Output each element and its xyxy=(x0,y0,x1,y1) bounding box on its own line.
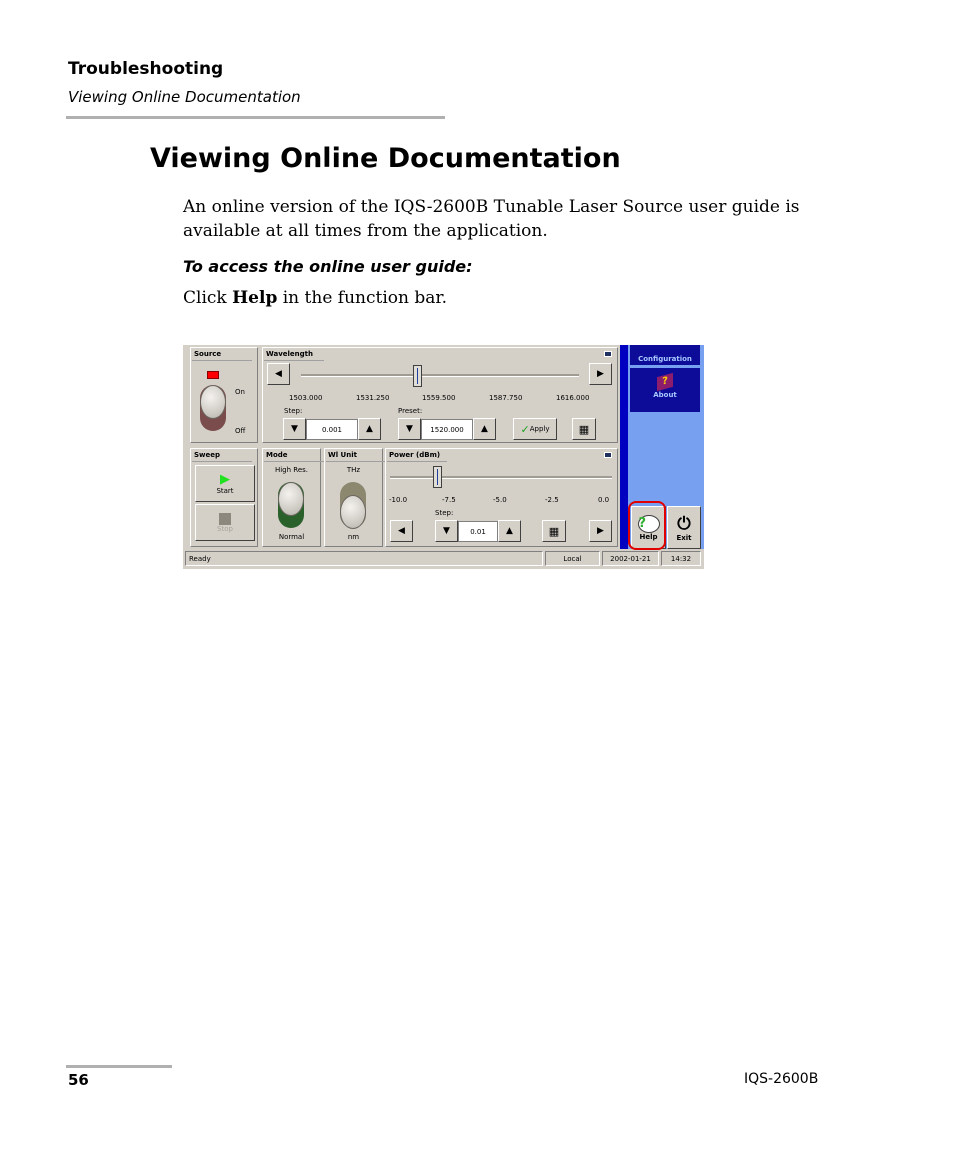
mode-panel: Mode High Res. Normal xyxy=(262,448,323,547)
tick-label: -7.5 xyxy=(442,496,456,504)
about-button[interactable]: ? About xyxy=(630,368,700,412)
apply-label: Apply xyxy=(529,425,550,433)
function-bar-border xyxy=(620,345,628,549)
power-panel: Power (dBm) -10.0 -7.5 -5.0 -2.5 0.0 Ste… xyxy=(385,448,618,547)
source-panel: Source On Off xyxy=(190,347,258,443)
power-slider[interactable] xyxy=(390,476,612,479)
tick-label: 0.0 xyxy=(598,496,610,504)
wavelength-slider-thumb[interactable] xyxy=(413,365,422,387)
tick-label: 1503.000 xyxy=(289,394,323,402)
power-step-input[interactable]: 0.01 xyxy=(458,521,498,542)
exit-label: Exit xyxy=(676,533,692,542)
power-icon: ⏻ xyxy=(677,513,691,534)
tick-label: 1616.000 xyxy=(556,394,590,402)
preset-input[interactable]: 1520.000 xyxy=(421,419,473,440)
tick-label: 1587.750 xyxy=(489,394,523,402)
sweep-panel: Sweep ▶ Start Stop xyxy=(190,448,258,547)
about-label: About xyxy=(653,391,677,399)
preset-label: Preset: xyxy=(398,407,423,415)
step-input[interactable]: 0.001 xyxy=(306,419,358,440)
header-rule xyxy=(66,116,445,119)
wl-unit-panel: Wl Unit THz nm xyxy=(324,448,386,547)
configuration-button[interactable]: Configuration xyxy=(630,345,700,365)
page-title: Viewing Online Documentation xyxy=(150,143,621,174)
keypad-button[interactable]: ▦ xyxy=(572,418,596,440)
footer-rule xyxy=(66,1065,172,1068)
power-title: Power (dBm) xyxy=(386,451,448,462)
tick-label: 1559.500 xyxy=(422,394,456,402)
function-bar: Configuration ? About ? Help ⏻ Exit xyxy=(628,345,704,550)
wl-unit-bottom-label: nm xyxy=(347,533,360,541)
step-down-button[interactable]: ▼ xyxy=(283,418,306,440)
calculator-icon: ▦ xyxy=(548,524,560,538)
preset-up-button[interactable]: ▲ xyxy=(473,418,496,440)
step-label: Step: xyxy=(284,407,303,415)
start-label: Start xyxy=(216,487,234,495)
checkmark-icon: ✓ xyxy=(520,422,530,436)
power-step-up-button[interactable]: ▲ xyxy=(498,520,521,542)
power-step-label: Step: xyxy=(435,509,454,517)
status-date: 2002-01-21 xyxy=(602,551,659,566)
wavelength-left-button[interactable]: ◀ xyxy=(267,363,290,385)
step-text: Click xyxy=(183,288,233,308)
source-on-label: On xyxy=(235,388,245,396)
wl-unit-top-label: THz xyxy=(346,466,361,474)
wavelength-title: Wavelength xyxy=(264,350,324,361)
tick-label: 1531.250 xyxy=(356,394,390,402)
product-name: IQS-2600B xyxy=(744,1071,819,1087)
step-up-button[interactable]: ▲ xyxy=(358,418,381,440)
wavelength-slider[interactable] xyxy=(301,374,579,377)
app-screenshot: Source On Off Wavelength ◀ ▶ 1503.000 15… xyxy=(183,345,704,569)
stop-label: Stop xyxy=(217,524,233,533)
power-right-button[interactable]: ▶ xyxy=(589,520,612,542)
tick-label: -2.5 xyxy=(545,496,559,504)
mode-title: Mode xyxy=(264,451,323,462)
source-toggle[interactable] xyxy=(200,385,226,431)
step-bold: Help xyxy=(232,288,278,308)
status-time: 14:32 xyxy=(661,551,701,566)
power-keypad-button[interactable]: ▦ xyxy=(542,520,566,542)
wl-unit-toggle[interactable] xyxy=(340,482,366,529)
mode-toggle[interactable] xyxy=(278,482,304,528)
manual-page: Troubleshooting Viewing Online Documenta… xyxy=(0,0,954,1159)
play-icon: ▶ xyxy=(220,472,230,487)
tick-label: -5.0 xyxy=(493,496,507,504)
status-message: Ready xyxy=(185,551,543,566)
intro-paragraph: An online version of the IQS-2600B Tunab… xyxy=(183,197,800,241)
exit-button[interactable]: ⏻ Exit xyxy=(667,506,701,549)
step-text-end: in the function bar. xyxy=(277,288,448,308)
stop-button[interactable]: Stop xyxy=(195,504,255,541)
subsection-header: Viewing Online Documentation xyxy=(68,88,301,106)
power-step-down-button[interactable]: ▼ xyxy=(435,520,458,542)
status-mode: Local xyxy=(545,551,600,566)
book-icon: ? xyxy=(657,372,673,392)
source-led xyxy=(207,371,219,379)
source-title: Source xyxy=(191,350,253,361)
panel-indicator-icon xyxy=(604,351,612,357)
wavelength-panel: Wavelength ◀ ▶ 1503.000 1531.250 1559.50… xyxy=(262,347,618,443)
wavelength-right-button[interactable]: ▶ xyxy=(589,363,612,385)
sweep-title: Sweep xyxy=(191,451,253,462)
stop-icon xyxy=(219,512,231,525)
tick-label: -10.0 xyxy=(389,496,408,504)
calculator-icon: ▦ xyxy=(578,422,590,436)
power-left-button[interactable]: ◀ xyxy=(390,520,413,542)
procedure-title: To access the online user guide: xyxy=(183,257,473,276)
panel-indicator-icon xyxy=(604,452,612,458)
source-off-label: Off xyxy=(235,427,246,435)
procedure-step: Click Help in the function bar. xyxy=(183,286,803,310)
start-button[interactable]: ▶ Start xyxy=(195,465,255,502)
page-number: 56 xyxy=(68,1071,89,1089)
help-highlight xyxy=(628,501,666,550)
preset-down-button[interactable]: ▼ xyxy=(398,418,421,440)
mode-bottom-label: Normal xyxy=(278,533,305,541)
mode-top-label: High Res. xyxy=(274,466,309,474)
apply-button[interactable]: ✓ Apply xyxy=(513,418,557,440)
power-slider-thumb[interactable] xyxy=(433,466,442,488)
wl-unit-title: Wl Unit xyxy=(326,451,386,462)
section-header: Troubleshooting xyxy=(68,59,224,79)
